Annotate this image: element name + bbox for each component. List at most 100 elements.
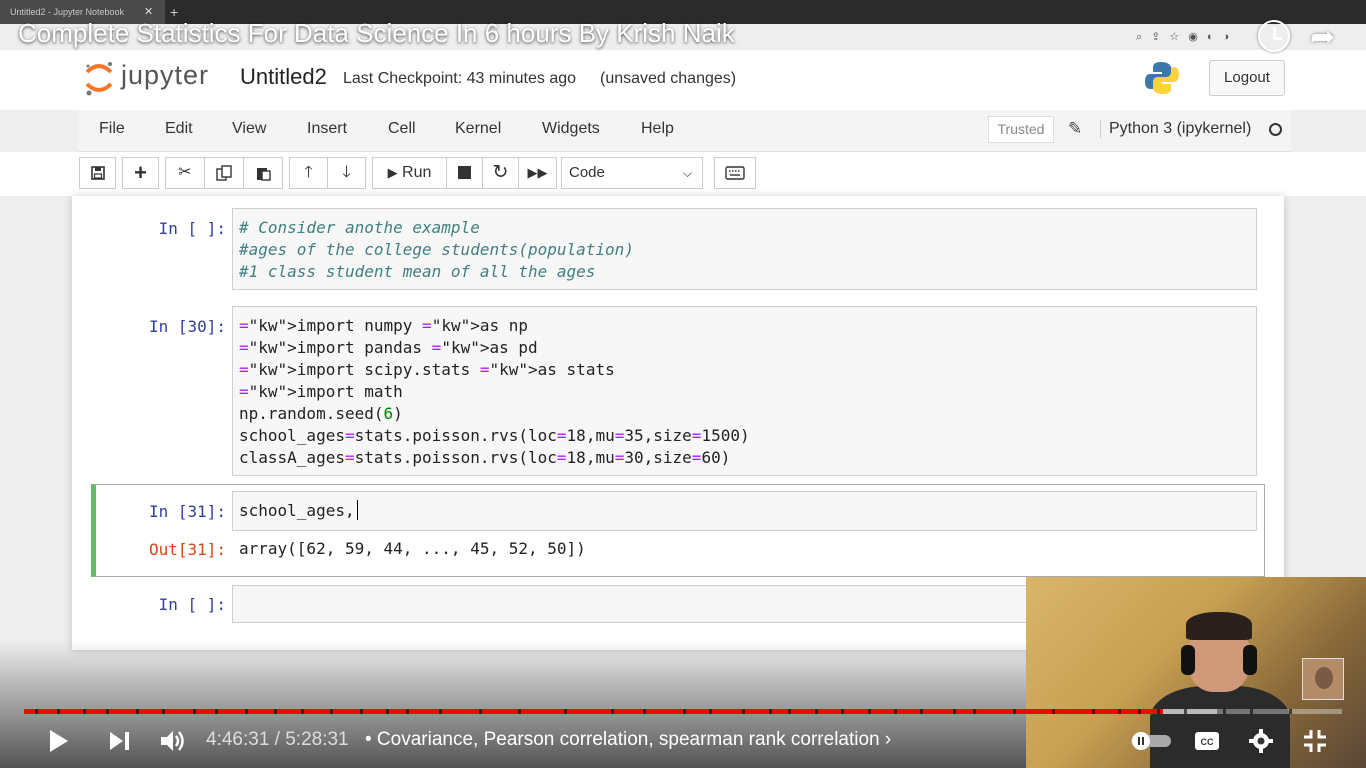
chevron-down-icon: ⌵ — [683, 166, 693, 180]
code-input[interactable]: school_ages, — [232, 491, 1257, 531]
code-line: ="kw">import — [239, 338, 355, 357]
chapter-marker — [1157, 709, 1161, 714]
input-prompt: In [31]: — [148, 502, 226, 521]
cell-type-select[interactable]: Code ⌵ — [561, 157, 703, 189]
chapter-marker — [478, 709, 482, 714]
unsaved-status: (unsaved changes) — [600, 70, 737, 87]
code-line: #1 class student mean of all the ages — [239, 262, 596, 281]
chapter-marker — [274, 709, 278, 714]
chapter-marker — [162, 709, 166, 714]
share-icon[interactable]: ➦ — [1310, 20, 1335, 55]
code-line: classA_ages=stats.poisson.rvs(loc=18,mu=… — [239, 448, 731, 467]
chapter-marker — [439, 709, 443, 714]
code-input[interactable]: # Consider anothe example #ages of the c… — [232, 208, 1257, 290]
pencil-icon[interactable]: ✎ — [1068, 119, 1082, 139]
chapter-marker — [814, 709, 818, 714]
next-icon[interactable] — [109, 731, 131, 751]
cell-output: array([62, 59, 44, ..., 45, 52, 50]) — [239, 539, 586, 558]
chapter-title[interactable]: • Covariance, Pearson correlation, spear… — [365, 729, 891, 751]
chapter-marker — [610, 709, 614, 714]
arrow-up-icon: 🡑 — [304, 164, 313, 181]
code-line: school_ages=stats.poisson.rvs(loc=18,mu=… — [239, 426, 750, 445]
restart-button[interactable]: ↻ — [482, 157, 519, 189]
chapter-marker — [953, 709, 957, 714]
jupyter-logo-icon — [85, 62, 113, 96]
run-button[interactable]: ▶ Run — [372, 157, 447, 189]
captions-icon[interactable]: CC — [1194, 731, 1220, 751]
time-display: 4:46:31 / 5:28:31 — [206, 729, 349, 750]
chapter-marker — [329, 709, 333, 714]
progress-bar[interactable] — [24, 709, 1342, 714]
save-button[interactable] — [79, 157, 116, 189]
chapter-marker — [1052, 709, 1056, 714]
logout-button[interactable]: Logout — [1209, 60, 1285, 96]
restart-icon: ↻ — [492, 162, 509, 183]
chapter-marker — [1289, 709, 1293, 714]
jupyter-logo-text: jupyter — [121, 60, 210, 90]
volume-icon[interactable] — [160, 729, 186, 753]
exit-fullscreen-icon[interactable] — [1303, 729, 1327, 753]
input-prompt: In [30]: — [148, 317, 226, 336]
chapter-marker — [1137, 709, 1141, 714]
chapter-marker — [406, 709, 410, 714]
run-label: Run — [402, 164, 432, 181]
trusted-badge[interactable]: Trusted — [988, 116, 1054, 143]
chapter-marker — [867, 709, 871, 714]
input-prompt: In [ ]: — [158, 219, 226, 238]
chapter-marker — [386, 709, 390, 714]
output-prompt: Out[31]: — [148, 540, 226, 559]
input-prompt: In [ ]: — [158, 595, 226, 614]
menu-kernel[interactable]: Kernel — [455, 120, 501, 138]
paste-button[interactable] — [243, 157, 283, 189]
paste-icon — [257, 168, 271, 181]
video-title[interactable]: Complete Statistics For Data Science In … — [18, 18, 735, 49]
menu-widgets[interactable]: Widgets — [542, 120, 600, 138]
browser-extension-icons: ⌕⇪☆◉◐◑ — [1136, 31, 1239, 43]
chapter-marker — [972, 709, 976, 714]
code-line: # Consider anothe example — [239, 218, 480, 237]
play-icon[interactable] — [48, 728, 70, 754]
chapter-marker — [83, 709, 87, 714]
chapter-marker — [1183, 709, 1187, 714]
chapter-marker — [841, 709, 845, 714]
move-up-button[interactable]: 🡑 — [289, 157, 328, 189]
chapter-marker — [105, 709, 109, 714]
code-line: np.random.seed(6) — [239, 404, 403, 423]
menu-file[interactable]: File — [99, 120, 125, 138]
notebook-name[interactable]: Untitled2 — [240, 64, 327, 90]
chapter-marker — [742, 709, 746, 714]
menu-insert[interactable]: Insert — [307, 120, 347, 138]
kernel-name[interactable]: Python 3 (ipykernel) — [1100, 120, 1251, 138]
menu-edit[interactable]: Edit — [165, 120, 193, 138]
chapter-marker — [136, 709, 140, 714]
menu-help[interactable]: Help — [641, 120, 674, 138]
settings-gear-icon[interactable] — [1249, 729, 1273, 753]
autoplay-toggle-icon[interactable] — [1130, 731, 1172, 751]
fast-forward-icon: ▶▶ — [527, 165, 548, 180]
interrupt-button[interactable] — [446, 157, 483, 189]
kernel-idle-icon — [1269, 123, 1282, 136]
chapter-marker — [643, 709, 647, 714]
code-input[interactable]: ="kw">import numpy ="kw">as np ="kw">imp… — [232, 306, 1257, 476]
cut-button[interactable]: ✂ — [165, 157, 205, 189]
command-palette-button[interactable] — [714, 157, 756, 189]
move-down-button[interactable]: 🡓 — [327, 157, 366, 189]
chapter-marker — [192, 709, 196, 714]
watch-later-icon[interactable] — [1258, 20, 1290, 52]
chapter-marker — [683, 709, 686, 714]
chapter-marker — [518, 709, 522, 714]
code-line: #ages of the college students(population… — [239, 240, 634, 259]
svg-text:CC: CC — [1201, 737, 1214, 747]
channel-avatar[interactable] — [1302, 658, 1344, 700]
arrow-down-icon: 🡓 — [342, 164, 351, 181]
chapter-marker — [564, 709, 568, 714]
copy-button[interactable] — [204, 157, 244, 189]
chapter-marker — [215, 709, 219, 714]
insert-cell-button[interactable]: + — [122, 157, 159, 189]
menu-view[interactable]: View — [232, 120, 266, 138]
headphone-left-icon — [1181, 645, 1195, 675]
presenter-body — [1150, 686, 1290, 768]
chapter-marker — [56, 709, 60, 714]
run-all-button[interactable]: ▶▶ — [518, 157, 557, 189]
menu-cell[interactable]: Cell — [388, 120, 416, 138]
